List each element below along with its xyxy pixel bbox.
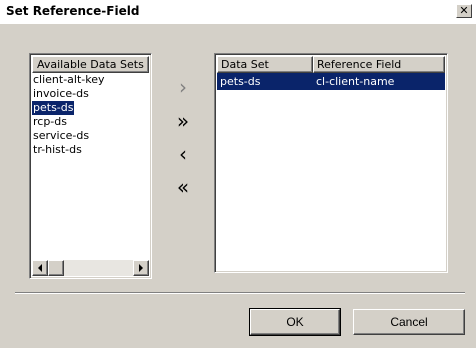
list-item-client-alt-key[interactable]: client-alt-key xyxy=(32,73,106,87)
scroll-left-button[interactable] xyxy=(32,260,48,276)
list-item-tr-hist-ds[interactable]: tr-hist-ds xyxy=(32,143,83,157)
available-data-sets-header[interactable]: Available Data Sets xyxy=(32,56,149,73)
scroll-right-button[interactable] xyxy=(133,260,149,276)
window-title: Set Reference-Field xyxy=(6,4,140,18)
list-item-pets-ds[interactable]: pets-ds xyxy=(32,101,75,115)
close-button[interactable]: ✕ xyxy=(456,4,472,18)
column-header-data-set[interactable]: Data Set xyxy=(217,56,313,73)
table-row[interactable]: pets-ds cl-client-name xyxy=(217,73,445,90)
remove-all-button[interactable]: « xyxy=(170,176,196,198)
available-data-sets-list[interactable]: Available Data Sets client-alt-key invoi… xyxy=(29,53,152,279)
horizontal-scrollbar[interactable] xyxy=(32,260,149,276)
scroll-thumb[interactable] xyxy=(48,260,64,276)
remove-selected-button[interactable]: ‹ xyxy=(170,143,196,165)
set-reference-field-dialog: Set Reference-Field ✕ Available Data Set… xyxy=(0,0,476,348)
cell-data-set[interactable]: pets-ds xyxy=(217,73,313,90)
add-selected-button[interactable]: › xyxy=(170,76,196,98)
add-all-button[interactable]: » xyxy=(170,110,196,132)
close-icon: ✕ xyxy=(459,4,469,17)
list-item-rcp-ds[interactable]: rcp-ds xyxy=(32,115,68,129)
right-arrow-icon xyxy=(139,264,143,272)
column-header-reference-field[interactable]: Reference Field xyxy=(313,56,445,73)
ok-button[interactable]: OK xyxy=(249,308,341,336)
cancel-button[interactable]: Cancel xyxy=(353,309,465,335)
left-arrow-icon xyxy=(38,264,42,272)
cell-reference-field[interactable]: cl-client-name xyxy=(313,73,445,90)
list-item-invoice-ds[interactable]: invoice-ds xyxy=(32,87,90,101)
reference-field-grid[interactable]: Data Set Reference Field pets-ds cl-clie… xyxy=(214,53,448,273)
list-item-service-ds[interactable]: service-ds xyxy=(32,129,90,143)
separator-line xyxy=(15,292,465,294)
title-bar: Set Reference-Field ✕ xyxy=(0,0,476,24)
